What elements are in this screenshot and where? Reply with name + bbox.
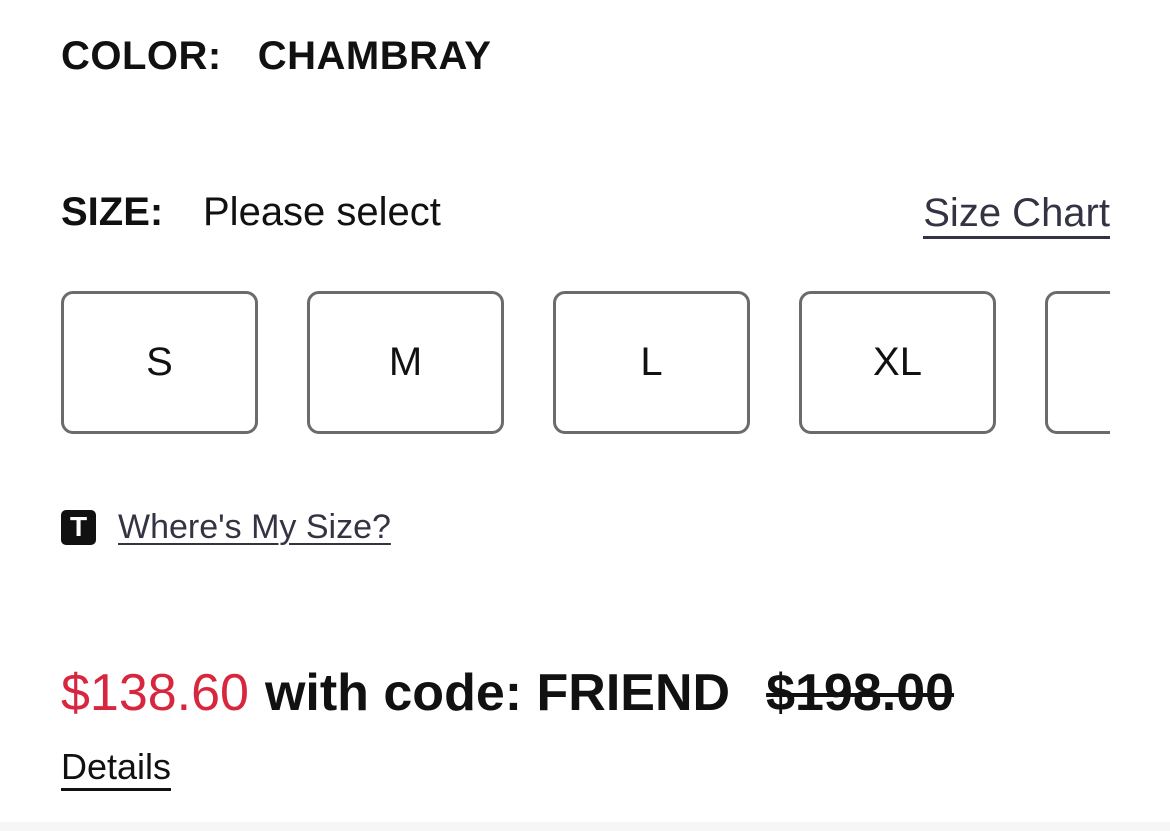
price-row: $138.60 with code: FRIEND $198.00	[61, 662, 954, 724]
size-option-m[interactable]: M	[307, 291, 504, 434]
wheres-my-size-row: T Where's My Size?	[61, 507, 391, 547]
size-chart-link[interactable]: Size Chart	[923, 190, 1110, 239]
color-value: CHAMBRAY	[257, 34, 492, 78]
size-option-2xl[interactable]: 2	[1045, 291, 1110, 434]
wheres-my-size-link[interactable]: Where's My Size?	[118, 508, 391, 547]
size-header: SIZE: Please select Size Chart	[61, 190, 1110, 240]
divider	[0, 822, 1170, 831]
size-option-l[interactable]: L	[553, 291, 750, 434]
color-row: COLOR: CHAMBRAY	[61, 34, 491, 79]
details-link[interactable]: Details	[61, 746, 172, 791]
size-options: S M L XL 2	[61, 291, 1110, 434]
size-option-xl[interactable]: XL	[799, 291, 996, 434]
size-option-s[interactable]: S	[61, 291, 258, 434]
original-price: $198.00	[766, 664, 955, 722]
product-options-panel: COLOR: CHAMBRAY SIZE: Please select Size …	[0, 0, 1170, 831]
promo-code-text: with code: FRIEND	[264, 664, 731, 722]
size-label: SIZE:	[61, 190, 164, 234]
true-fit-icon: T	[61, 509, 96, 545]
color-label: COLOR:	[61, 34, 222, 78]
size-selected-value: Please select	[203, 190, 441, 234]
sale-price: $138.60	[61, 664, 249, 722]
